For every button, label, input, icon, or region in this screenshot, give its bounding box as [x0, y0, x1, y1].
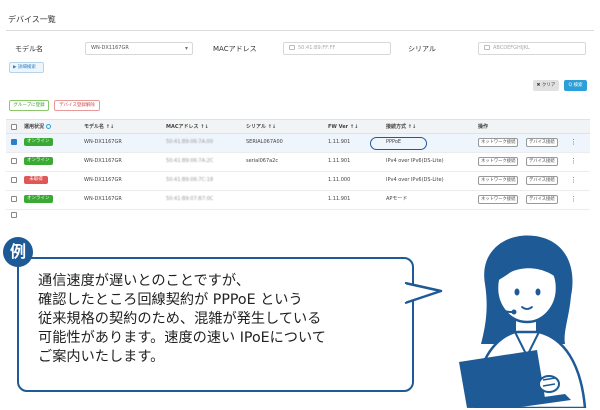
status-badge: 未取得 [24, 176, 48, 184]
device-connect-button[interactable]: デバイス接続 [526, 157, 558, 166]
search-button[interactable]: Q 検索 [564, 80, 587, 91]
header-serial-label: シリアル [246, 124, 266, 130]
table-row[interactable]: オンライン WN-DX1167GR 50:41:B9:07:B7:0C 1.11… [6, 191, 590, 210]
sort-icon: ↑↓ [407, 124, 417, 130]
detail-search-button[interactable]: ▶ 詳細検索 [9, 62, 44, 73]
model-cell: WN-DX1167GR [84, 139, 122, 145]
network-connect-button[interactable]: ネットワーク接続 [478, 176, 519, 185]
network-connect-button[interactable]: ネットワーク接続 [478, 195, 519, 204]
page-title: デバイス一覧 [8, 15, 56, 24]
status-badge: オンライン [24, 195, 53, 203]
connection-cell: IPv4 over IPv6(DS-Lite) [386, 158, 444, 164]
header-connection-label: 接続方式 [386, 124, 407, 130]
device-connect-button[interactable]: デバイス接続 [526, 176, 558, 185]
network-connect-button[interactable]: ネットワーク接続 [478, 138, 519, 147]
connection-cell: IPv4 over IPv6(DS-Lite) [386, 177, 444, 183]
fw-cell: 1.11.901 [328, 196, 351, 202]
mac-label: MACアドレス [213, 45, 257, 53]
mac-cell: 50:41:B9:06:7C:18 [166, 177, 214, 183]
device-connect-button[interactable]: デバイス接続 [526, 138, 558, 147]
bubble-line: 従来規格の契約のため、混雑が発生している [38, 311, 322, 327]
row-checkbox[interactable] [11, 196, 17, 202]
mac-cell: 50:41:B9:06:7A:2C [166, 158, 214, 164]
title-divider [6, 30, 594, 31]
header-model-label: モデル名 [84, 124, 105, 130]
bubble-line: 可能性があります。速度の速い IPoEについて [38, 330, 326, 346]
clear-button[interactable]: ✖ クリア [533, 80, 559, 91]
mac-input[interactable]: 50:41:B9:FF:FF [283, 42, 391, 55]
model-select[interactable]: WN-DX1167GR ▾ [85, 42, 193, 55]
header-fw[interactable]: FW Ver ↑↓ [328, 120, 358, 134]
more-icon[interactable]: ⋮ [570, 137, 577, 148]
model-select-value: WN-DX1167GR [91, 45, 129, 51]
header-mac-label: MACアドレス [166, 124, 199, 130]
table-header: 運用状況 モデル名 ↑↓ MACアドレス ↑↓ シリアル ↑↓ FW Ver ↑… [6, 119, 590, 134]
lock-icon [484, 45, 490, 50]
fw-cell: 1.11.000 [328, 177, 351, 183]
sort-icon: ↑↓ [200, 124, 209, 130]
chevron-down-icon: ▾ [184, 45, 188, 52]
model-cell: WN-DX1167GR [84, 158, 122, 164]
header-status-label: 運用状況 [24, 124, 45, 130]
status-badge: オンライン [24, 138, 53, 146]
select-all-checkbox[interactable] [11, 124, 17, 130]
help-icon [46, 124, 52, 129]
sort-icon: ↑↓ [349, 124, 359, 130]
table-row[interactable]: オンライン WN-DX1167GR 50:41:B9:06:7A:2C seri… [6, 153, 590, 172]
bubble-line: 通信速度が遅いとのことですが、 [38, 273, 250, 289]
table-row-cut [6, 210, 590, 218]
serial-input[interactable]: ABCDEFGHIJKL [478, 42, 586, 55]
fw-cell: 1.11.901 [328, 158, 351, 164]
header-serial[interactable]: シリアル ↑↓ [246, 120, 276, 134]
more-icon[interactable]: ⋮ [570, 175, 577, 186]
more-icon[interactable]: ⋮ [570, 156, 577, 167]
network-connect-button[interactable]: ネットワーク接続 [478, 157, 519, 166]
row-checkbox[interactable] [11, 212, 17, 218]
pppoe-highlight [370, 137, 427, 150]
header-fw-label: FW Ver [328, 124, 349, 130]
bubble-line: 確認したところ回線契約が PPPoE という [38, 292, 303, 308]
header-mac[interactable]: MACアドレス ↑↓ [166, 120, 209, 134]
bubble-text: 通信速度が遅いとのことですが、 確認したところ回線契約が PPPoE という 従… [38, 272, 400, 367]
serial-label: シリアル [408, 45, 436, 53]
device-list-panel: デバイス一覧 モデル名 WN-DX1167GR ▾ MACアドレス 50:41:… [0, 0, 600, 218]
header-status[interactable]: 運用状況 [24, 120, 52, 134]
bubble-tail [402, 281, 443, 305]
serial-cell: SERIAL067A00 [246, 139, 283, 145]
model-cell: WN-DX1167GR [84, 196, 122, 202]
bubble-line: ご案内いたします。 [38, 349, 165, 365]
serial-cell: serial067a2c [246, 158, 279, 164]
example-badge: 例 [3, 237, 33, 267]
row-checkbox[interactable] [11, 158, 17, 164]
table-row[interactable]: 未取得 WN-DX1167GR 50:41:B9:06:7C:18 1.11.0… [6, 172, 590, 191]
device-connect-button[interactable]: デバイス接続 [526, 195, 558, 204]
sort-icon: ↑↓ [267, 124, 277, 130]
status-badge: オンライン [24, 157, 53, 165]
header-connection[interactable]: 接続方式 ↑↓ [386, 120, 416, 134]
more-icon[interactable]: ⋮ [570, 194, 577, 205]
unregister-device-button[interactable]: デバイス登録解除 [54, 100, 100, 111]
device-table: 運用状況 モデル名 ↑↓ MACアドレス ↑↓ シリアル ↑↓ FW Ver ↑… [6, 119, 590, 218]
add-to-group-button[interactable]: グループに登録 [9, 100, 49, 111]
mac-cell: 50:41:B9:07:B7:0C [166, 196, 214, 202]
mac-placeholder: 50:41:B9:FF:FF [298, 45, 336, 51]
lock-icon [289, 45, 295, 50]
header-model[interactable]: モデル名 ↑↓ [84, 120, 114, 134]
model-label: モデル名 [15, 45, 43, 53]
model-cell: WN-DX1167GR [84, 177, 122, 183]
operator-illustration [459, 235, 587, 408]
connection-cell: APモード [386, 196, 408, 202]
table-row[interactable]: オンライン WN-DX1167GR 50:41:B9:06:7A:00 SERI… [6, 134, 590, 153]
mac-cell: 50:41:B9:06:7A:00 [166, 139, 213, 145]
fw-cell: 1.11.901 [328, 139, 351, 145]
sort-icon: ↑↓ [105, 124, 115, 130]
row-checkbox[interactable] [11, 139, 17, 145]
header-actions: 操作 [478, 124, 489, 130]
row-checkbox[interactable] [11, 177, 17, 183]
serial-placeholder: ABCDEFGHIJKL [493, 45, 530, 51]
